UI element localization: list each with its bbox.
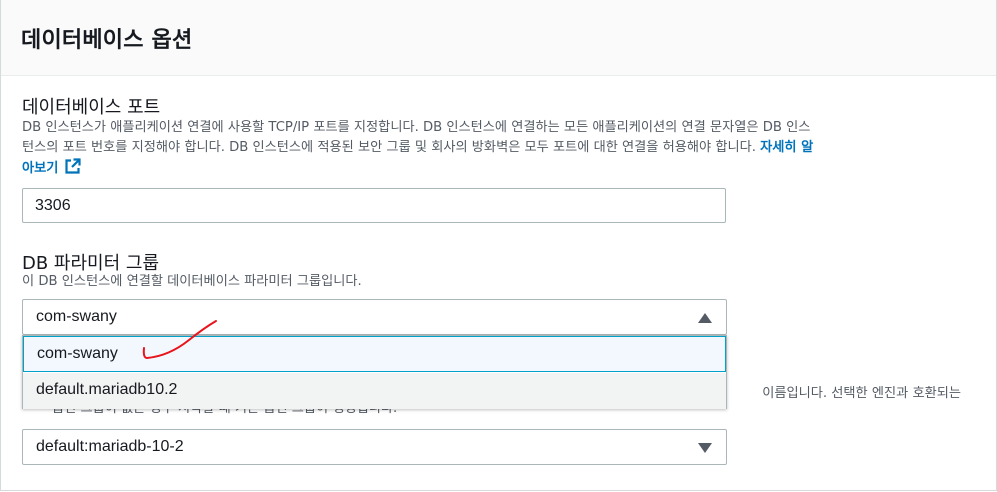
param-group-selected-value: com-swany [36, 308, 117, 325]
dropdown-option-com-swany[interactable]: com-swany [23, 336, 726, 372]
external-link-icon[interactable] [64, 158, 82, 182]
caret-down-icon [698, 443, 712, 453]
port-description-line1: DB 인스턴스가 애플리케이션 연결에 사용할 TCP/IP 포트를 지정합니다… [22, 120, 811, 135]
panel-header: 데이터베이스 옵션 [1, 0, 996, 76]
param-group-dropdown: com-swany default.mariadb10.2 [22, 335, 727, 409]
port-description-line3: 아보기 [22, 158, 967, 182]
port-input-wrapper [22, 188, 726, 223]
port-input[interactable] [23, 189, 707, 222]
port-description-line2-text: 턴스의 포트 번호를 지정해야 합니다. DB 인스턴스에 적용된 보안 그룹 … [22, 140, 756, 155]
option-group-selected-value: default:mariadb-10-2 [36, 438, 184, 455]
caret-up-icon [698, 313, 712, 323]
database-options-panel: 데이터베이스 옵션 데이터베이스 포트 DB 인스턴스가 애플리케이션 연결에 … [0, 0, 997, 491]
learn-more-link-part1[interactable]: 자세히 알 [760, 140, 813, 155]
param-group-description: 이 DB 인스턴스에 연결할 데이터베이스 파라미터 그룹입니다. [22, 274, 362, 289]
port-label: 데이터베이스 포트 [22, 97, 161, 118]
section-title: 데이터베이스 옵션 [21, 28, 193, 53]
port-description: DB 인스턴스가 애플리케이션 연결에 사용할 TCP/IP 포트를 지정합니다… [22, 118, 967, 182]
dropdown-option-default-mariadb[interactable]: default.mariadb10.2 [23, 373, 726, 409]
option-group-select[interactable]: default:mariadb-10-2 [22, 429, 727, 465]
learn-more-link-part2[interactable]: 아보기 [22, 161, 58, 176]
port-description-line2: 턴스의 포트 번호를 지정해야 합니다. DB 인스턴스에 적용된 보안 그룹 … [22, 138, 967, 158]
param-group-select[interactable]: com-swany [22, 299, 727, 335]
